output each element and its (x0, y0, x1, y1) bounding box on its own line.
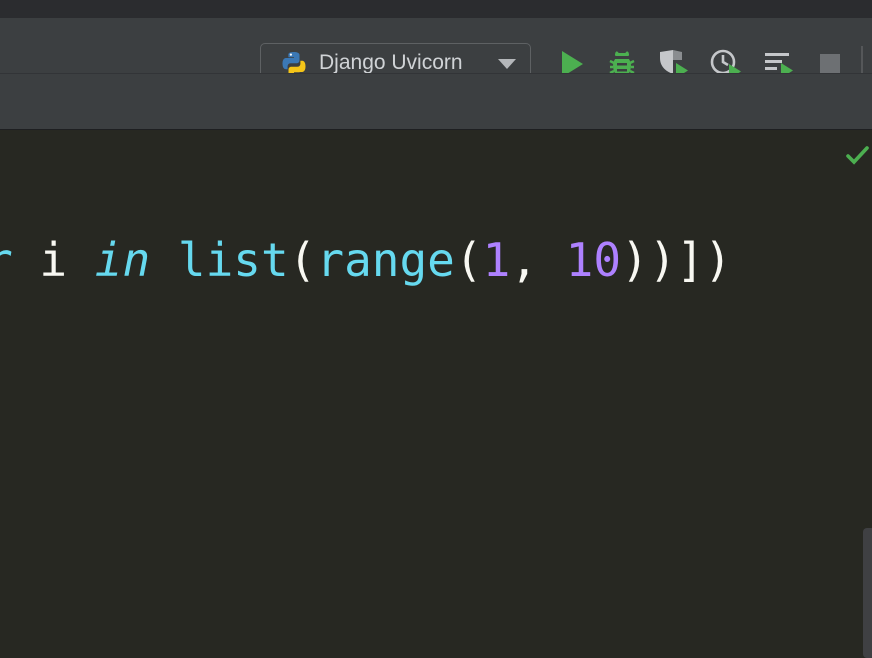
code-token: r (0, 233, 12, 287)
code-token: 10 (565, 233, 622, 287)
code-token: i (11, 233, 95, 287)
editor-tab-strip (0, 73, 872, 131)
main-toolbar: Django Uvicorn (0, 18, 872, 83)
chevron-down-icon (498, 59, 516, 69)
code-token: range (316, 233, 455, 287)
code-editor[interactable] (0, 130, 872, 656)
code-token: ( (288, 233, 317, 287)
code-token: ( (454, 233, 483, 287)
check-icon[interactable] (846, 144, 870, 166)
code-token: in (94, 233, 151, 287)
code-line[interactable]: r i in list(range(1, 10))]) (0, 230, 732, 290)
code-token: list (177, 233, 289, 287)
vertical-scrollbar-thumb[interactable] (863, 528, 872, 658)
code-token: ))]) (621, 233, 732, 287)
code-token: , (510, 233, 566, 287)
window-top-strip (0, 0, 872, 19)
code-token: 1 (482, 233, 511, 287)
run-configuration-name: Django Uvicorn (319, 51, 463, 74)
